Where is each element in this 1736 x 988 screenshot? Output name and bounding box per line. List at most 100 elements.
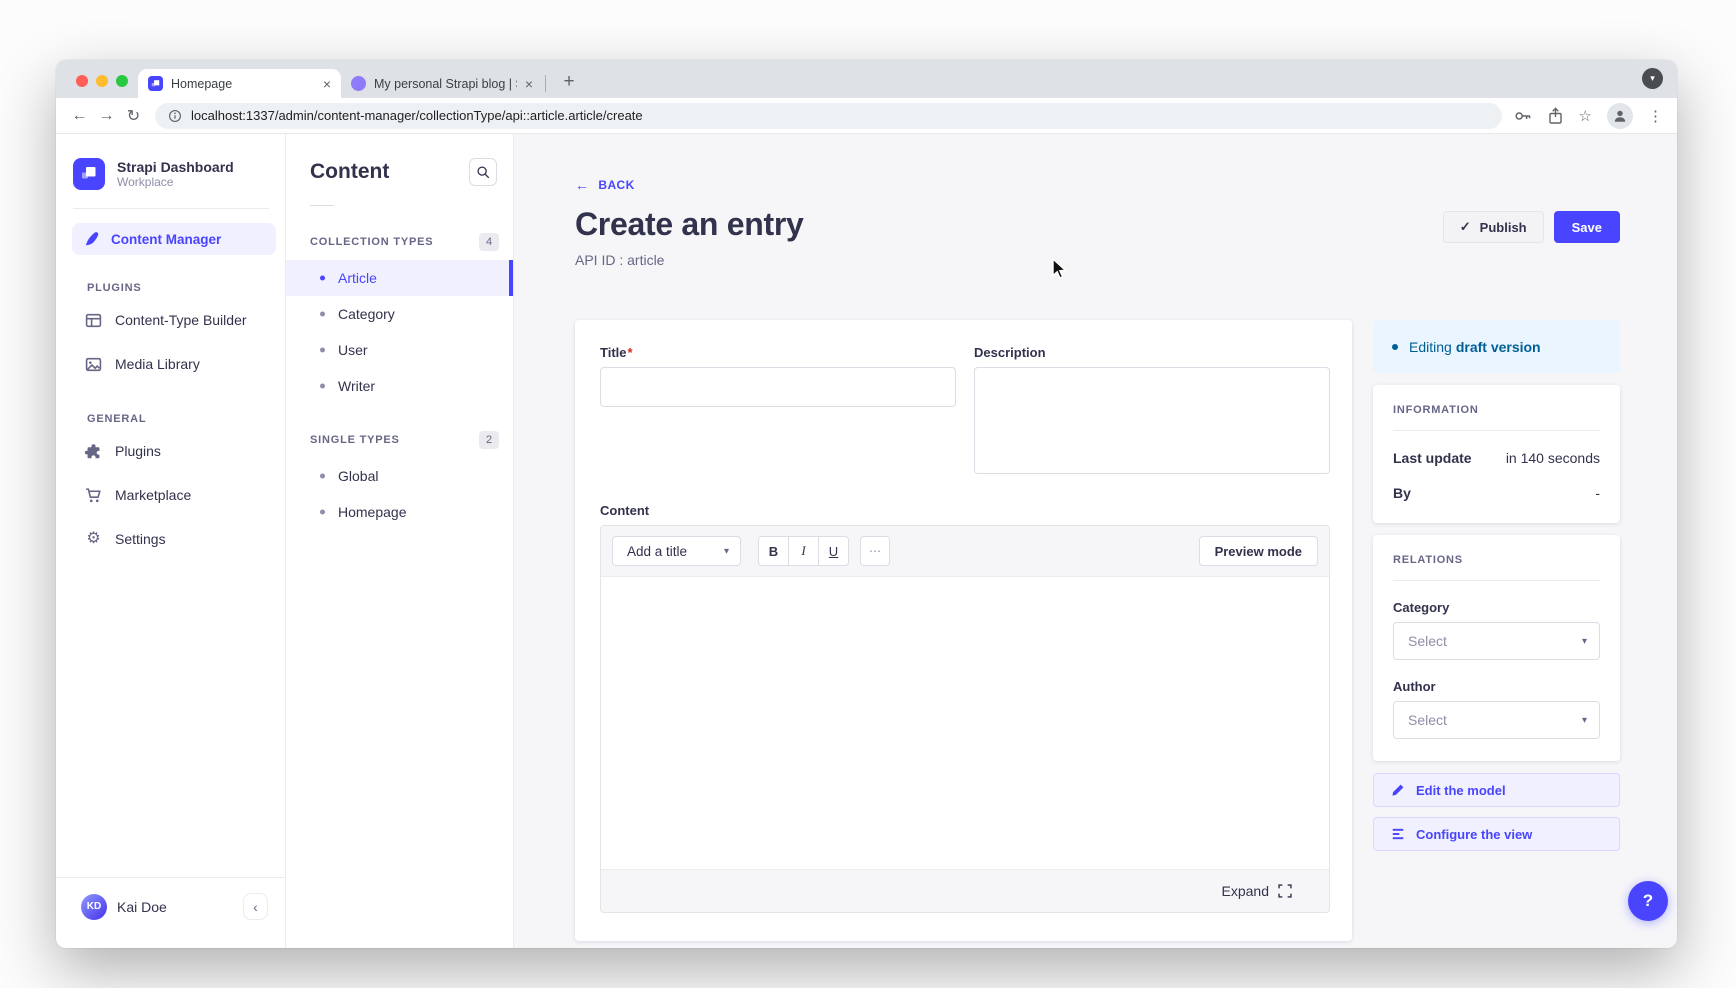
author-select[interactable]: Select ▾ — [1393, 701, 1600, 739]
tab-separator — [545, 75, 546, 92]
expand-label[interactable]: Expand — [1222, 883, 1269, 899]
category-label: Category — [1393, 600, 1600, 615]
sidebar-section-plugins: PLUGINS — [87, 282, 285, 294]
bold-button[interactable]: B — [758, 536, 789, 566]
subnav-title: Content — [310, 160, 389, 184]
blog-favicon-icon — [351, 76, 366, 91]
heading-dropdown[interactable]: Add a title ▾ — [612, 536, 741, 566]
draft-status-text: Editingdraft version — [1409, 339, 1541, 355]
subnav-item-writer[interactable]: Writer — [286, 368, 513, 404]
edit-model-label: Edit the model — [1416, 783, 1506, 798]
publish-button[interactable]: ✓ Publish — [1443, 211, 1544, 243]
sidebar-item-settings[interactable]: ⚙ Settings — [56, 517, 285, 561]
description-textarea[interactable] — [974, 367, 1330, 474]
tab-close-icon[interactable]: × — [323, 77, 331, 91]
sidebar-item-content-manager[interactable]: Content Manager — [72, 223, 276, 255]
last-update-value: in 140 seconds — [1506, 450, 1600, 466]
sidebar-footer: KD Kai Doe ‹ — [56, 877, 285, 948]
new-tab-button[interactable]: + — [558, 71, 580, 93]
check-icon: ✓ — [1460, 219, 1471, 235]
relations-card: RELATIONS Category Select ▾ Author Selec… — [1373, 535, 1620, 761]
edit-model-button[interactable]: Edit the model — [1373, 773, 1620, 807]
forward-button[interactable]: → — [93, 107, 120, 125]
subnav-item-homepage[interactable]: Homepage — [286, 494, 513, 530]
gear-icon: ⚙ — [85, 531, 102, 547]
content-subnav: Content COLLECTION TYPES 4 Article Categ… — [286, 134, 514, 948]
description-field-label: Description — [974, 345, 1330, 360]
help-button[interactable]: ? — [1628, 881, 1668, 921]
url-bar[interactable]: localhost:1337/admin/content-manager/col… — [155, 103, 1502, 129]
workspace-brand[interactable]: Strapi Dashboard Workplace — [73, 158, 269, 209]
configure-view-label: Configure the view — [1416, 827, 1532, 842]
divider — [310, 205, 334, 206]
sidebar-item-label: Plugins — [115, 443, 161, 459]
close-window-button[interactable] — [76, 75, 88, 87]
bookmark-star-icon[interactable]: ☆ — [1579, 107, 1592, 125]
pen-icon — [84, 231, 100, 247]
sidebar-section-general: GENERAL — [87, 413, 285, 425]
sidebar-item-marketplace[interactable]: Marketplace — [56, 473, 285, 517]
search-button[interactable] — [469, 158, 497, 186]
sidebar-item-media-library[interactable]: Media Library — [56, 342, 285, 386]
divider — [1393, 580, 1600, 581]
information-title: INFORMATION — [1393, 404, 1600, 416]
reload-button[interactable]: ↻ — [120, 106, 147, 126]
subnav-item-category[interactable]: Category — [286, 296, 513, 332]
more-formatting-button[interactable]: ⋯ — [860, 536, 890, 566]
save-button[interactable]: Save — [1554, 211, 1620, 243]
preview-mode-button[interactable]: Preview mode — [1199, 536, 1318, 566]
subnav-item-label: User — [338, 342, 368, 358]
downloads-button[interactable]: ▾ — [1642, 68, 1663, 89]
sidebar-item-label: Media Library — [115, 356, 200, 372]
collapse-sidebar-button[interactable]: ‹ — [243, 893, 268, 920]
browser-menu-button[interactable]: ⋮ — [1648, 107, 1663, 125]
divider — [1393, 430, 1600, 431]
minimize-window-button[interactable] — [96, 75, 108, 87]
sidebar-item-label: Content-Type Builder — [115, 312, 247, 328]
subnav-item-user[interactable]: User — [286, 332, 513, 368]
sidebar-item-label: Content Manager — [111, 232, 221, 247]
back-label: BACK — [598, 178, 634, 192]
main-sidebar: Strapi Dashboard Workplace Content Manag… — [56, 134, 286, 948]
subnav-item-global[interactable]: Global — [286, 458, 513, 494]
category-select[interactable]: Select ▾ — [1393, 622, 1600, 660]
configure-view-button[interactable]: Configure the view — [1373, 817, 1620, 851]
editor-footer: Expand — [601, 869, 1329, 912]
subnav-item-label: Writer — [338, 378, 375, 394]
group-title-single-types: SINGLE TYPES — [310, 434, 400, 446]
expand-icon[interactable] — [1278, 884, 1292, 898]
tab-close-icon[interactable]: × — [525, 77, 533, 91]
italic-button[interactable]: I — [788, 536, 819, 566]
subnav-item-label: Homepage — [338, 504, 407, 520]
share-icon[interactable] — [1547, 107, 1564, 125]
puzzle-icon — [85, 443, 102, 460]
page-info-icon[interactable] — [168, 109, 182, 123]
heading-dropdown-label: Add a title — [627, 544, 687, 559]
toolbar-icons: ☆ ⋮ — [1514, 103, 1663, 129]
download-caret-icon: ▾ — [1650, 73, 1655, 84]
screen: Homepage × My personal Strapi blog | Str… — [0, 0, 1736, 988]
title-input[interactable] — [600, 367, 956, 407]
rich-text-editor: Add a title ▾ B I U ⋯ Previ — [600, 525, 1330, 913]
zoom-window-button[interactable] — [116, 75, 128, 87]
password-key-icon[interactable] — [1514, 107, 1532, 125]
entry-meta-panel: Editingdraft version INFORMATION Last up… — [1373, 320, 1620, 851]
strapi-logo-icon — [73, 158, 105, 190]
sidebar-item-content-type-builder[interactable]: Content-Type Builder — [56, 298, 285, 342]
back-link[interactable]: ← BACK — [575, 177, 1620, 193]
user-avatar[interactable]: KD — [81, 894, 107, 920]
subnav-item-article[interactable]: Article — [286, 260, 513, 296]
user-name: Kai Doe — [117, 899, 167, 915]
select-placeholder: Select — [1408, 633, 1447, 649]
browser-profile-button[interactable] — [1607, 103, 1633, 129]
sidebar-item-plugins[interactable]: Plugins — [56, 429, 285, 473]
editor-text-area[interactable] — [601, 577, 1329, 869]
tab-blog[interactable]: My personal Strapi blog | Strap × — [341, 69, 543, 98]
strapi-admin: Strapi Dashboard Workplace Content Manag… — [56, 134, 1677, 948]
back-button[interactable]: ← — [66, 107, 93, 125]
search-icon — [476, 165, 490, 179]
chevron-down-icon: ▾ — [1582, 715, 1587, 726]
last-update-row: Last update in 140 seconds — [1393, 450, 1600, 466]
tab-homepage[interactable]: Homepage × — [138, 69, 341, 98]
underline-button[interactable]: U — [818, 536, 849, 566]
